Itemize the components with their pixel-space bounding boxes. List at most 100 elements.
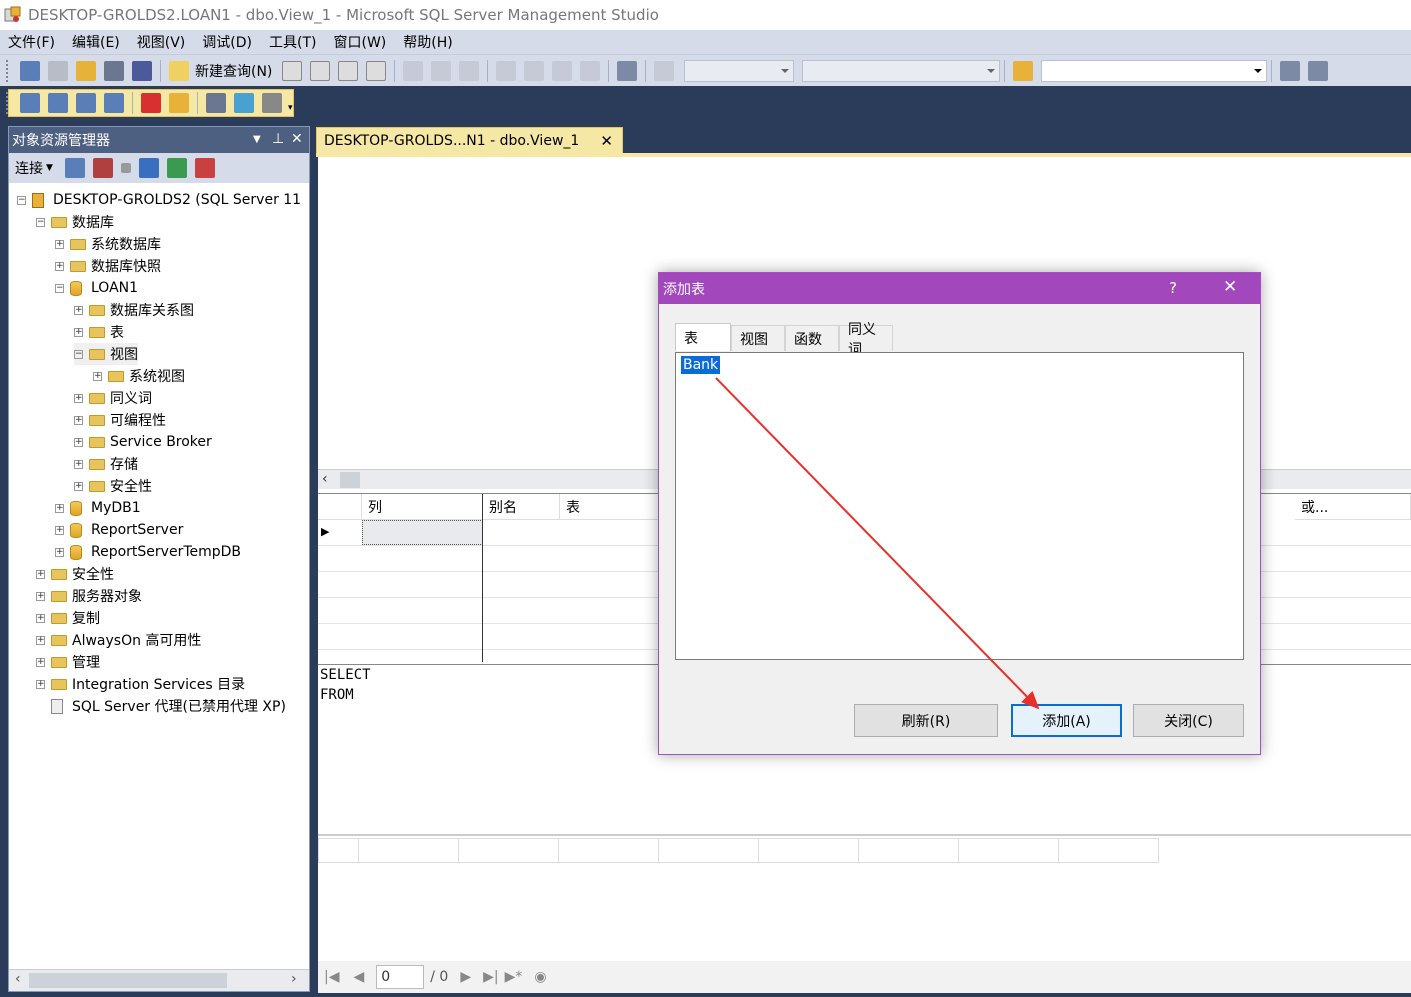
expand-icon[interactable]: + <box>55 239 64 249</box>
add-item-icon[interactable] <box>48 60 68 81</box>
expand-icon[interactable]: + <box>55 547 64 557</box>
current-page-input[interactable]: 0 <box>376 965 425 989</box>
panel-dropdown-icon[interactable]: ▼ <box>253 134 261 145</box>
refresh-icon[interactable] <box>166 158 187 178</box>
tree-node[interactable]: − 数据库 <box>36 211 114 233</box>
collapse-icon[interactable]: − <box>74 349 83 359</box>
expand-icon[interactable]: + <box>93 371 102 381</box>
tab-synonyms[interactable]: 同义词 <box>839 322 893 358</box>
expand-icon[interactable]: + <box>36 657 45 667</box>
last-record-icon[interactable]: ▶| <box>483 969 498 985</box>
scroll-right-icon[interactable]: › <box>291 971 297 987</box>
connect-button[interactable]: 连接 <box>15 158 43 178</box>
close-icon[interactable]: ✕ <box>291 131 303 147</box>
menu-view[interactable]: 视图(V) <box>137 32 186 52</box>
expand-icon[interactable]: + <box>74 393 83 403</box>
close-icon[interactable]: ✕ <box>1223 277 1237 297</box>
show-sql-pane-icon[interactable] <box>76 92 96 113</box>
collapse-icon[interactable]: − <box>36 217 45 227</box>
tree-node[interactable]: + 表 <box>74 321 124 343</box>
analysis-query-icon[interactable] <box>310 60 331 81</box>
find-in-files-icon[interactable] <box>1013 60 1034 81</box>
solution-config-combo[interactable] <box>684 59 795 82</box>
toolbar-overflow-icon[interactable]: ▾ <box>288 103 293 113</box>
disconnect-icon[interactable] <box>92 158 113 178</box>
database-engine-query-icon[interactable] <box>282 60 303 81</box>
expand-icon[interactable] <box>36 702 45 711</box>
previous-record-icon[interactable]: ◀ <box>353 969 364 985</box>
expand-icon[interactable]: + <box>36 635 45 645</box>
column-header-table[interactable]: 表 <box>560 494 660 520</box>
cut-icon[interactable] <box>403 60 424 81</box>
verify-sql-icon[interactable] <box>169 92 189 113</box>
column-header-alias[interactable]: 别名 <box>483 494 560 520</box>
new-query-button[interactable]: 新建查询(N) <box>195 61 272 81</box>
expand-icon[interactable]: + <box>55 261 64 271</box>
horizontal-scrollbar[interactable]: ‹ › <box>9 969 309 991</box>
expand-icon[interactable]: + <box>74 437 83 447</box>
dmx-query-icon[interactable] <box>338 60 359 81</box>
navigate-forward-icon[interactable] <box>580 60 601 81</box>
show-diagram-pane-icon[interactable] <box>20 92 40 113</box>
menu-window[interactable]: 窗口(W) <box>333 32 386 52</box>
activity-monitor-icon[interactable] <box>617 60 638 81</box>
tree-node[interactable]: + 系统视图 <box>93 365 185 387</box>
help-icon[interactable]: ? <box>1169 279 1177 297</box>
new-query-icon[interactable] <box>169 60 189 81</box>
menu-tools[interactable]: 工具(T) <box>269 32 316 52</box>
expand-icon[interactable]: + <box>55 503 64 513</box>
column-header-col[interactable]: 列 <box>362 494 483 520</box>
tree-node[interactable]: + 复制 <box>36 607 100 629</box>
navigate-backward-icon[interactable] <box>552 60 573 81</box>
show-criteria-pane-icon[interactable] <box>48 92 68 113</box>
tree-node[interactable]: + Service Broker <box>74 431 212 453</box>
collapse-icon[interactable]: − <box>17 195 26 205</box>
tab-tables[interactable]: 表 <box>675 323 731 351</box>
redo-icon[interactable] <box>524 60 545 81</box>
tree-node[interactable]: + MyDB1 <box>55 497 141 519</box>
tree-node[interactable]: + 服务器对象 <box>36 585 142 607</box>
refresh-button[interactable]: 刷新(R) <box>854 704 998 737</box>
expand-icon[interactable]: + <box>36 591 45 601</box>
expand-icon[interactable]: + <box>74 305 83 315</box>
stop-icon[interactable] <box>120 163 131 173</box>
criteria-cell[interactable] <box>362 520 483 545</box>
save-icon[interactable] <box>104 60 124 81</box>
xmla-query-icon[interactable] <box>366 60 387 81</box>
add-new-derived-table-icon[interactable] <box>262 92 282 113</box>
filter-icon[interactable] <box>138 158 159 178</box>
expand-icon[interactable]: + <box>74 415 83 425</box>
tree-node[interactable]: + 系统数据库 <box>55 233 161 255</box>
group-by-icon[interactable] <box>206 92 226 113</box>
tree-node[interactable]: + 安全性 <box>74 475 152 497</box>
new-project-icon[interactable] <box>20 60 40 81</box>
next-record-icon[interactable]: ▶ <box>460 969 471 985</box>
chevron-down-icon[interactable]: ▼ <box>46 163 53 173</box>
list-item-bank[interactable]: Bank <box>681 356 721 374</box>
tree-node[interactable]: + 存储 <box>74 453 138 475</box>
stop-icon[interactable]: ◉ <box>534 969 546 985</box>
tree-node[interactable]: − DESKTOP-GROLDS2 (SQL Server 11 <box>17 189 301 211</box>
tree-node[interactable]: + 同义词 <box>74 387 152 409</box>
execute-sql-icon[interactable] <box>141 92 161 113</box>
first-record-icon[interactable]: |◀ <box>324 969 339 985</box>
undo-icon[interactable] <box>496 60 517 81</box>
expand-icon[interactable]: + <box>55 525 64 535</box>
scroll-left-icon[interactable]: ‹ <box>15 971 21 987</box>
toolbar-grip[interactable] <box>6 91 10 114</box>
start-debug-icon[interactable] <box>654 60 675 81</box>
column-header-or[interactable]: 或... <box>1295 494 1411 520</box>
connect-object-explorer-icon[interactable] <box>64 158 85 178</box>
paste-icon[interactable] <box>459 60 480 81</box>
table-list[interactable]: Bank <box>675 352 1244 660</box>
tree-node[interactable]: + Integration Services 目录 <box>36 673 245 695</box>
pin-icon[interactable]: ⊥ <box>272 131 284 147</box>
activity-monitor-icon[interactable] <box>194 158 215 178</box>
tree-node[interactable]: − LOAN1 <box>55 277 138 299</box>
collapse-icon[interactable]: − <box>55 283 64 293</box>
tab-functions[interactable]: 函数 <box>785 325 839 351</box>
scrollbar-thumb[interactable] <box>29 973 227 988</box>
scroll-left-icon[interactable]: ‹ <box>322 471 328 487</box>
expand-icon[interactable]: + <box>74 327 83 337</box>
find-combo[interactable] <box>1041 59 1268 82</box>
